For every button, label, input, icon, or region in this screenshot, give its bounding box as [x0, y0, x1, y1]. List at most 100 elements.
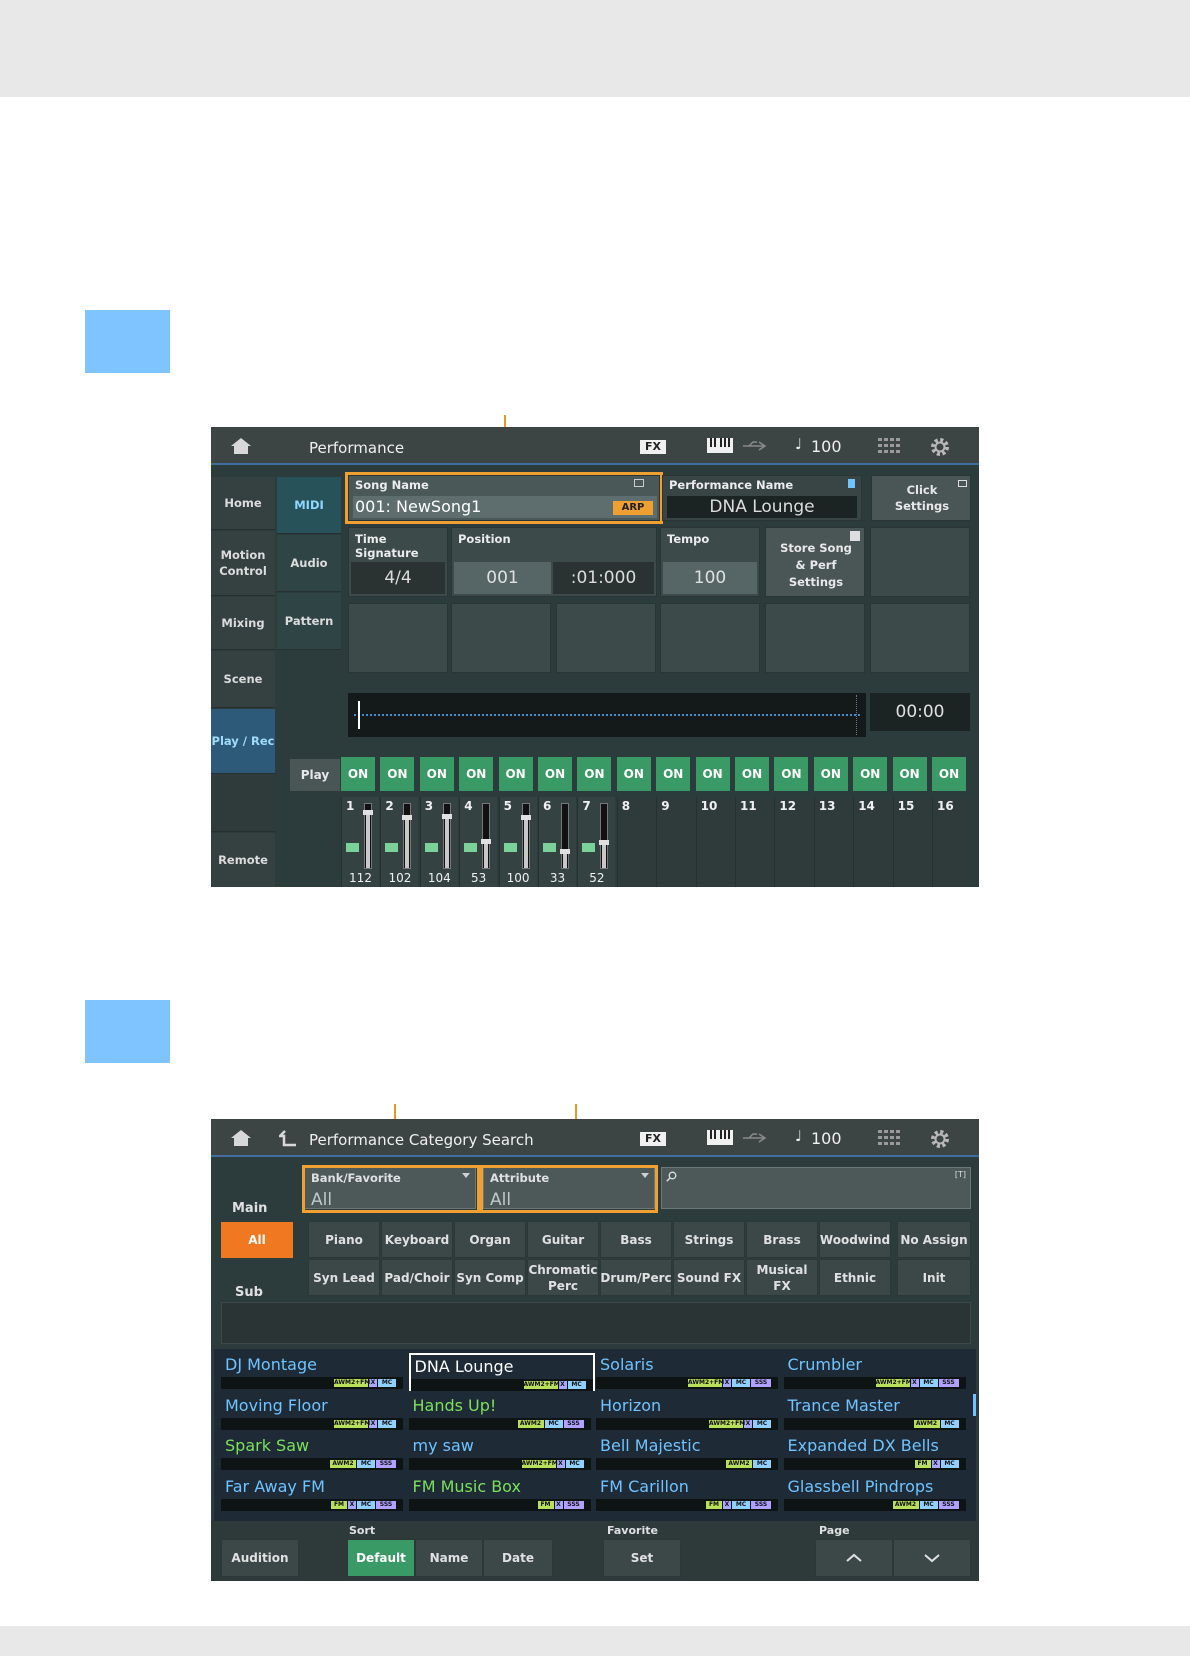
click-settings-button[interactable]: Click Settings	[871, 475, 971, 521]
audition-button[interactable]: Audition	[221, 1539, 299, 1577]
part-on-button[interactable]: ON	[892, 757, 927, 791]
category-button[interactable]: Chromatic Perc	[527, 1259, 599, 1296]
category-button[interactable]: Brass	[746, 1221, 818, 1258]
performance-result[interactable]: Bell Majestic MC AWM2	[596, 1434, 782, 1472]
volume-fader[interactable]	[520, 803, 531, 869]
category-button[interactable]: Strings	[673, 1221, 745, 1258]
nav-motion-control[interactable]: Motion Control	[211, 531, 275, 596]
fader-knob[interactable]	[363, 810, 373, 815]
part-on-button[interactable]: ON	[341, 757, 375, 791]
category-button[interactable]: Organ	[454, 1221, 526, 1258]
performance-result[interactable]: Glassbell Pindrops SSS MC AWM2	[783, 1475, 970, 1513]
store-song-perf-button[interactable]: Store Song & Perf Settings	[765, 527, 865, 597]
performance-result[interactable]: Spark Saw SSS MC AWM2	[221, 1434, 407, 1472]
fader-knob[interactable]	[441, 814, 452, 819]
back-icon[interactable]	[279, 1129, 297, 1147]
part-on-button[interactable]: ON	[735, 757, 769, 791]
part-strip[interactable]: 10	[695, 797, 734, 887]
category-button[interactable]: Musical FX	[746, 1259, 818, 1296]
performance-result[interactable]: Crumbler SSS MC X AWM2+FM	[783, 1353, 970, 1391]
fader-knob[interactable]	[599, 840, 610, 845]
fx-icon[interactable]: FX	[640, 1132, 666, 1146]
part-strip[interactable]: 15	[892, 797, 931, 887]
fader-knob[interactable]	[560, 849, 570, 854]
tempo-readout[interactable]: 100	[811, 437, 842, 456]
volume-fader[interactable]	[481, 803, 492, 869]
performance-result[interactable]: Expanded DX Bells MC X FM	[783, 1434, 970, 1472]
quick-access-icon[interactable]	[878, 1130, 900, 1146]
nav-scene[interactable]: Scene	[211, 651, 275, 708]
playhead[interactable]	[358, 701, 360, 729]
nav-home[interactable]: Home	[211, 477, 275, 530]
home-icon[interactable]	[231, 438, 251, 454]
volume-fader[interactable]	[402, 803, 413, 869]
nav-mixing[interactable]: Mixing	[211, 597, 275, 650]
volume-fader[interactable]	[560, 803, 570, 869]
category-button[interactable]: Syn Comp	[454, 1259, 526, 1296]
part-on-button[interactable]: ON	[813, 757, 848, 791]
part-strip[interactable]: 9	[656, 797, 695, 887]
favorite-set-button[interactable]: Set	[603, 1539, 681, 1577]
home-icon[interactable]	[231, 1130, 251, 1146]
position-field[interactable]: Position 001 :01:000	[451, 527, 657, 597]
sort-default-button[interactable]: Default	[347, 1539, 415, 1577]
part-on-button[interactable]: ON	[419, 757, 454, 791]
category-button[interactable]: Keyboard	[381, 1221, 453, 1258]
category-all-button[interactable]: All	[221, 1222, 293, 1258]
part-on-button[interactable]: ON	[774, 757, 809, 791]
part-on-button[interactable]: ON	[380, 757, 415, 791]
part-strip[interactable]: 8	[616, 797, 655, 887]
part-strip[interactable]: 14	[853, 797, 892, 887]
category-no-assign[interactable]: No Assign	[897, 1221, 971, 1258]
time-signature-field[interactable]: Time Signature 4/4	[348, 527, 448, 597]
performance-result[interactable]: DJ Montage MC X AWM2+FM	[221, 1353, 407, 1391]
quick-access-icon[interactable]	[878, 438, 900, 454]
volume-fader[interactable]	[599, 803, 610, 869]
results-scrollbar[interactable]	[973, 1394, 976, 1416]
category-button[interactable]: Sound FX	[673, 1259, 745, 1296]
part-on-button[interactable]: ON	[656, 757, 691, 791]
category-button[interactable]: Syn Lead	[308, 1259, 380, 1296]
fader-knob[interactable]	[520, 815, 531, 820]
subnav-pattern[interactable]: Pattern	[277, 593, 341, 650]
part-strip[interactable]: 2 102	[380, 797, 419, 887]
part-strip[interactable]: 11	[735, 797, 773, 887]
part-on-button[interactable]: ON	[695, 757, 730, 791]
performance-result[interactable]: Solaris SSS MC X AWM2+FM	[596, 1353, 782, 1391]
subnav-midi[interactable]: MIDI	[277, 477, 341, 534]
performance-result[interactable]: FM Music Box SSS X FM	[408, 1475, 595, 1513]
performance-result[interactable]: Trance Master MC AWM2	[783, 1394, 970, 1432]
fader-knob[interactable]	[402, 815, 413, 820]
tempo-readout[interactable]: 100	[811, 1129, 842, 1148]
performance-result[interactable]: my saw MC X AWM2+FM	[408, 1434, 595, 1472]
performance-result[interactable]: FM Carillon SSS MC X FM	[596, 1475, 782, 1513]
fader-knob[interactable]	[481, 839, 492, 844]
category-button[interactable]: Bass	[600, 1221, 672, 1258]
sort-name-button[interactable]: Name	[415, 1539, 483, 1577]
category-button[interactable]: Piano	[308, 1221, 380, 1258]
part-strip[interactable]: 6 33	[538, 797, 576, 887]
part-on-button[interactable]: ON	[853, 757, 888, 791]
performance-result[interactable]: Horizon MC X AWM2+FM	[596, 1394, 782, 1432]
part-strip[interactable]: 16	[932, 797, 970, 887]
part-on-button[interactable]: ON	[616, 757, 651, 791]
page-up-button[interactable]	[815, 1539, 893, 1577]
gear-icon[interactable]	[930, 437, 950, 457]
category-button[interactable]: Guitar	[527, 1221, 599, 1258]
part-on-button[interactable]: ON	[459, 757, 494, 791]
volume-fader[interactable]	[363, 803, 373, 869]
song-timeline[interactable]	[348, 693, 866, 737]
position-beat[interactable]: :01:000	[553, 562, 654, 594]
part-on-button[interactable]: ON	[538, 757, 572, 791]
part-strip[interactable]: 5 100	[498, 797, 537, 887]
performance-result[interactable]: Moving Floor MC X AWM2+FM	[221, 1394, 407, 1432]
sort-date-button[interactable]: Date	[483, 1539, 553, 1577]
part-strip[interactable]: 13	[813, 797, 852, 887]
subnav-audio[interactable]: Audio	[277, 535, 341, 592]
position-measure[interactable]: 001	[454, 562, 551, 594]
category-button[interactable]: Drum/Perc	[600, 1259, 672, 1296]
tempo-field[interactable]: Tempo 100	[660, 527, 760, 597]
part-strip[interactable]: 12	[774, 797, 813, 887]
category-button[interactable]: Woodwind	[819, 1221, 891, 1258]
performance-result[interactable]: Far Away FM SSS MC X FM	[221, 1475, 407, 1513]
